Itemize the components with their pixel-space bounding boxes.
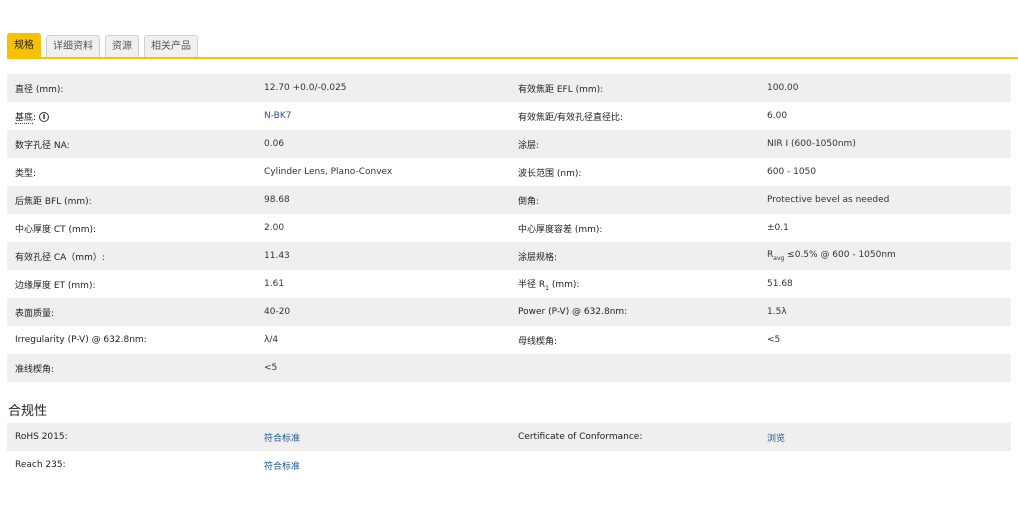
info-circle-icon[interactable]: i	[39, 112, 50, 122]
spec-value	[759, 354, 1011, 382]
spec-value: 0.06	[256, 130, 510, 158]
spec-label: 波长范围 (nm):	[510, 158, 759, 186]
tab-underline	[7, 57, 1018, 59]
table-row: RoHS 2015: 符合标准 Certificate of Conforman…	[7, 423, 1011, 451]
spec-value: <5	[759, 326, 1011, 354]
spec-value: ±0.1	[759, 214, 1011, 242]
spec-value: Protective bevel as needed	[759, 186, 1011, 214]
compliance-label: Certificate of Conformance:	[510, 423, 759, 451]
spec-label-cell: 基底: i	[7, 102, 256, 130]
tab-details[interactable]: 详细资料	[46, 35, 100, 57]
certificate-view-link[interactable]: 浏览	[759, 423, 1011, 451]
tab-resources[interactable]: 资源	[105, 35, 139, 57]
substrate-label-colon: :	[33, 112, 37, 123]
table-row: 中心厚度 CT (mm): 2.00 中心厚度容差 (mm): ±0.1	[7, 214, 1011, 242]
spec-value: 1.5λ	[759, 298, 1011, 326]
table-row: 准线楔角: <5	[7, 354, 1011, 382]
table-row: Reach 235: 符合标准	[7, 451, 1011, 479]
spec-label: 类型:	[7, 158, 256, 186]
spec-label: 准线楔角:	[7, 354, 256, 382]
table-row: 边缘厚度 ET (mm): 1.61 半径 R1 (mm): 51.68	[7, 270, 1011, 298]
compliance-table: RoHS 2015: 符合标准 Certificate of Conforman…	[7, 423, 1011, 479]
spec-value: 100.00	[759, 74, 1011, 102]
table-row: 表面质量: 40-20 Power (P-V) @ 632.8nm: 1.5λ	[7, 298, 1011, 326]
radius-label-unit: (mm):	[548, 279, 580, 290]
spec-label	[510, 354, 759, 382]
spec-label: 涂层规格:	[510, 242, 759, 270]
radius-label: 半径 R1 (mm):	[510, 270, 759, 298]
spec-label: Irregularity (P-V) @ 632.8nm:	[7, 326, 256, 354]
spec-value: 98.68	[256, 186, 510, 214]
tab-specs[interactable]: 规格	[7, 33, 41, 57]
spec-value: Cylinder Lens, Plano-Convex	[256, 158, 510, 186]
tab-related-products[interactable]: 相关产品	[144, 35, 198, 57]
spec-value: NIR I (600-1050nm)	[759, 130, 1011, 158]
table-row: 数字孔径 NA: 0.06 涂层: NIR I (600-1050nm)	[7, 130, 1011, 158]
spec-value: 6.00	[759, 102, 1011, 130]
coating-spec-rest: ≤0.5% @ 600 - 1050nm	[784, 250, 896, 261]
spec-label: Power (P-V) @ 632.8nm:	[510, 298, 759, 326]
compliance-value	[759, 451, 1011, 479]
spec-value: <5	[256, 354, 510, 382]
compliance-label: RoHS 2015:	[7, 423, 256, 451]
reach-link[interactable]: 符合标准	[256, 451, 510, 479]
spec-label: 直径 (mm):	[7, 74, 256, 102]
spec-label: 中心厚度 CT (mm):	[7, 214, 256, 242]
spec-label: 数字孔径 NA:	[7, 130, 256, 158]
spec-value: 2.00	[256, 214, 510, 242]
table-row: Irregularity (P-V) @ 632.8nm: λ/4 母线楔角: …	[7, 326, 1011, 354]
spec-value: 1.61	[256, 270, 510, 298]
compliance-label: Reach 235:	[7, 451, 256, 479]
spec-label: 表面质量:	[7, 298, 256, 326]
spec-value: λ/4	[256, 326, 510, 354]
coating-spec-subscript: avg	[773, 254, 785, 262]
compliance-heading: 合规性	[8, 404, 48, 419]
spec-table: 直径 (mm): 12.70 +0.0/-0.025 有效焦距 EFL (mm)…	[7, 74, 1011, 382]
spec-value: 40-20	[256, 298, 510, 326]
spec-label: 母线楔角:	[510, 326, 759, 354]
substrate-label: 基底	[15, 112, 34, 124]
substrate-link[interactable]: N-BK7	[256, 102, 510, 130]
spec-label: 边缘厚度 ET (mm):	[7, 270, 256, 298]
spec-label: 后焦距 BFL (mm):	[7, 186, 256, 214]
radius-label-text: 半径 R	[518, 279, 546, 290]
table-row: 直径 (mm): 12.70 +0.0/-0.025 有效焦距 EFL (mm)…	[7, 74, 1011, 102]
spec-label: 倒角:	[510, 186, 759, 214]
spec-value: 12.70 +0.0/-0.025	[256, 74, 510, 102]
spec-label: 有效焦距/有效孔径直径比:	[510, 102, 759, 130]
spec-label: 有效孔径 CA（mm）:	[7, 242, 256, 270]
spec-label: 有效焦距 EFL (mm):	[510, 74, 759, 102]
spec-label: 中心厚度容差 (mm):	[510, 214, 759, 242]
compliance-label	[510, 451, 759, 479]
table-row: 有效孔径 CA（mm）: 11.43 涂层规格: Ravg ≤0.5% @ 60…	[7, 242, 1011, 270]
table-row: 基底: i N-BK7 有效焦距/有效孔径直径比: 6.00	[7, 102, 1011, 130]
spec-value: 600 - 1050	[759, 158, 1011, 186]
spec-value: 11.43	[256, 242, 510, 270]
tab-bar: 规格 详细资料 资源 相关产品	[7, 33, 203, 57]
spec-label: 涂层:	[510, 130, 759, 158]
coating-spec-value: Ravg ≤0.5% @ 600 - 1050nm	[759, 242, 1011, 270]
table-row: 类型: Cylinder Lens, Plano-Convex 波长范围 (nm…	[7, 158, 1011, 186]
table-row: 后焦距 BFL (mm): 98.68 倒角: Protective bevel…	[7, 186, 1011, 214]
rohs-link[interactable]: 符合标准	[256, 423, 510, 451]
spec-value: 51.68	[759, 270, 1011, 298]
